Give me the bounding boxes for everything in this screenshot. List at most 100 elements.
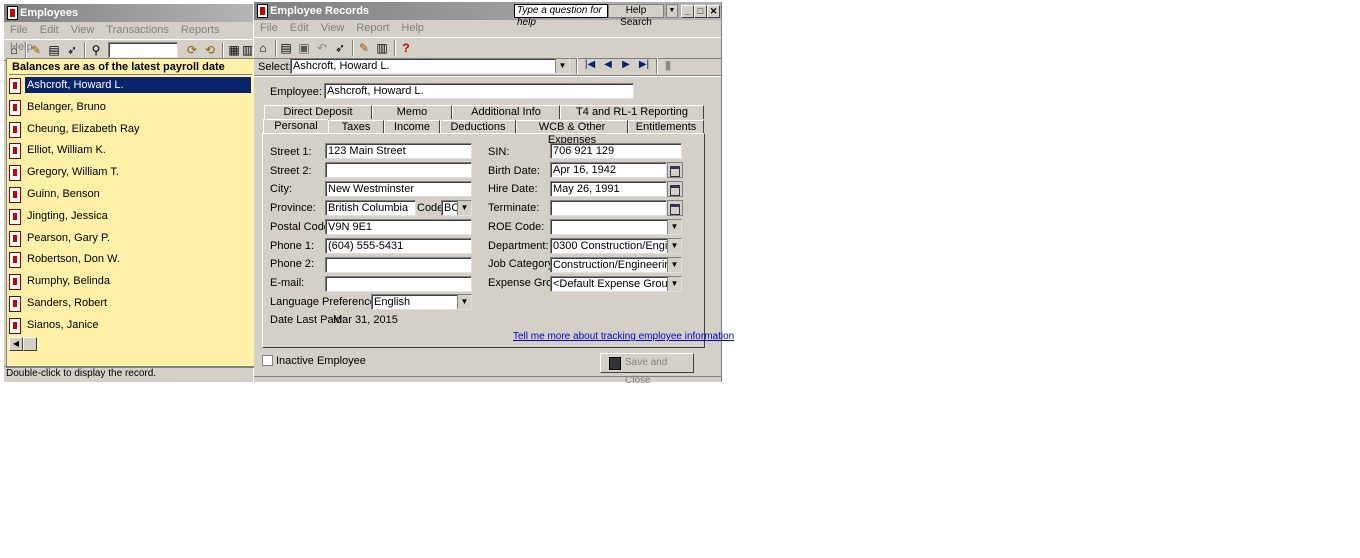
scroll-left-icon[interactable]: ◀ — [9, 337, 23, 351]
phone2-field[interactable] — [325, 257, 472, 273]
edit-icon[interactable]: ✎ — [28, 42, 44, 58]
list-view-icon[interactable]: ▦ — [226, 42, 242, 58]
inactive-employee-checkbox[interactable] — [262, 355, 273, 366]
department-dropdown[interactable]: 0300 Construction/Engineering ▼ — [550, 238, 682, 254]
tab-taxes[interactable]: Taxes — [328, 120, 384, 134]
help-icon[interactable]: ? — [398, 40, 414, 56]
street1-field[interactable]: 123 Main Street — [325, 143, 472, 159]
employees-titlebar[interactable]: Employees — [4, 4, 253, 22]
next-record-icon[interactable]: ▶ — [618, 57, 634, 73]
sin-field[interactable]: 706 921 129 — [550, 143, 682, 159]
chevron-down-icon[interactable]: ▼ — [555, 59, 569, 73]
last-record-icon[interactable]: ▶| — [636, 57, 652, 73]
list-item[interactable]: Robertson, Don W. — [9, 251, 251, 269]
roe-code-dropdown[interactable]: ▼ — [550, 219, 682, 235]
menu-edit[interactable]: Edit — [40, 22, 59, 39]
employee-list: Balances are as of the latest payroll da… — [6, 58, 255, 368]
tab-deductions[interactable]: Deductions — [440, 120, 516, 134]
chevron-down-icon[interactable]: ▼ — [667, 239, 681, 253]
tab-memo[interactable]: Memo — [372, 105, 452, 119]
chevron-down-icon[interactable]: ▼ — [667, 258, 681, 272]
terminate-date-field[interactable] — [550, 200, 667, 216]
tab-t4-rl1-reporting[interactable]: T4 and RL-1 Reporting — [560, 105, 704, 119]
help-search-button[interactable]: Help Search — [608, 4, 664, 28]
search-input[interactable] — [108, 42, 178, 58]
record-list-icon[interactable]: ▮ — [660, 57, 676, 73]
list-item[interactable]: Sianos, Janice — [9, 317, 251, 334]
help-dropdown-icon[interactable]: ▼ — [666, 4, 678, 18]
refresh-all-icon[interactable]: ⟲ — [202, 42, 218, 58]
hire-date-field[interactable]: May 26, 1991 — [550, 181, 667, 197]
tab-income[interactable]: Income — [384, 120, 440, 134]
refresh-icon[interactable]: ⟳ — [184, 42, 200, 58]
menu-edit[interactable]: Edit — [290, 20, 309, 37]
first-record-icon[interactable]: |◀ — [582, 57, 598, 73]
select-employee-dropdown[interactable]: Ashcroft, Howard L. ▼ — [290, 58, 570, 74]
city-field[interactable]: New Westminster — [325, 181, 472, 197]
language-dropdown[interactable]: English ▼ — [371, 294, 472, 310]
pointer-icon[interactable]: ➶ — [64, 42, 80, 58]
postal-code-field[interactable]: V9N 9E1 — [325, 219, 472, 235]
tab-entitlements[interactable]: Entitlements — [628, 120, 704, 134]
chevron-down-icon[interactable]: ▼ — [667, 277, 681, 291]
calculator-icon[interactable]: ▥ — [374, 40, 390, 56]
tab-personal[interactable]: Personal — [263, 119, 329, 134]
maximize-icon[interactable]: □ — [694, 5, 707, 18]
edit-icon[interactable]: ✎ — [356, 40, 372, 56]
open-icon[interactable]: ▤ — [46, 42, 62, 58]
chevron-down-icon[interactable]: ▼ — [457, 201, 471, 215]
calendar-icon[interactable] — [667, 181, 683, 197]
minimize-icon[interactable]: _ — [681, 5, 694, 18]
icon-view-icon[interactable]: ▥ — [242, 42, 252, 58]
menu-report[interactable]: Report — [356, 20, 389, 37]
search-icon[interactable]: ⚲ — [88, 42, 104, 58]
province-field[interactable]: British Columbia — [325, 200, 416, 216]
list-item[interactable]: Cheung, Elizabeth Ray — [9, 121, 251, 138]
menu-file[interactable]: File — [260, 20, 278, 37]
tab-additional-info[interactable]: Additional Info — [452, 105, 560, 119]
tracking-info-link[interactable]: Tell me more about tracking employee inf… — [513, 331, 734, 342]
list-item[interactable]: Belanger, Bruno — [9, 99, 251, 116]
street2-field[interactable] — [325, 162, 472, 178]
help-question-input[interactable]: Type a question for help — [514, 4, 608, 28]
list-item[interactable]: Guinn, Benson — [9, 186, 251, 203]
calendar-icon[interactable] — [667, 162, 683, 178]
expense-group-dropdown[interactable]: <Default Expense Group> ▼ — [550, 276, 682, 292]
list-item[interactable]: Gregory, William T. — [9, 164, 251, 182]
list-item[interactable]: Elliot, William K. — [9, 142, 251, 160]
list-item[interactable]: Sanders, Robert — [9, 295, 251, 312]
menu-help[interactable]: Help — [401, 20, 424, 37]
tab-direct-deposit[interactable]: Direct Deposit — [264, 105, 372, 119]
job-category-dropdown[interactable]: Construction/Engineering ▼ — [550, 257, 682, 273]
menu-view[interactable]: View — [71, 22, 95, 39]
employee-name-field[interactable]: Ashcroft, Howard L. — [324, 83, 634, 99]
email-field[interactable] — [325, 276, 472, 292]
province-code-dropdown[interactable]: BC ▼ — [441, 200, 472, 216]
phone1-field[interactable]: (604) 555-5431 — [325, 238, 472, 254]
scroll-thumb[interactable] — [23, 337, 37, 351]
menu-file[interactable]: File — [10, 22, 28, 39]
calendar-icon[interactable] — [667, 200, 683, 216]
previous-record-icon[interactable]: ◀ — [600, 57, 616, 73]
open-icon[interactable]: ▤ — [278, 40, 294, 56]
horizontal-scrollbar[interactable]: ◀ — [9, 337, 251, 351]
birth-date-field[interactable]: Apr 16, 1942 — [550, 162, 667, 178]
list-item[interactable]: Pearson, Gary P. — [9, 230, 251, 247]
save-and-close-button[interactable]: Save and Close — [600, 353, 694, 386]
close-icon[interactable]: ✕ — [707, 5, 720, 18]
pointer-icon[interactable]: ➶ — [332, 40, 348, 56]
menu-transactions[interactable]: Transactions — [106, 22, 169, 39]
list-item[interactable]: Ashcroft, Howard L. — [9, 77, 251, 94]
home-icon[interactable]: ⌂ — [6, 42, 22, 58]
save-icon[interactable]: ▣ — [296, 40, 312, 56]
menu-view[interactable]: View — [321, 20, 345, 37]
tab-wcb-other-expenses[interactable]: WCB & Other Expenses — [516, 120, 628, 146]
list-item[interactable]: Jingting, Jessica — [9, 208, 251, 225]
list-item[interactable]: Rumphy, Belinda — [9, 273, 251, 291]
records-titlebar[interactable]: Employee Records Type a question for hel… — [254, 2, 721, 28]
undo-icon[interactable]: ↶ — [314, 40, 330, 56]
chevron-down-icon[interactable]: ▼ — [457, 295, 471, 309]
home-icon[interactable]: ⌂ — [255, 40, 271, 56]
chevron-down-icon[interactable]: ▼ — [667, 220, 681, 234]
menu-reports[interactable]: Reports — [181, 22, 220, 39]
